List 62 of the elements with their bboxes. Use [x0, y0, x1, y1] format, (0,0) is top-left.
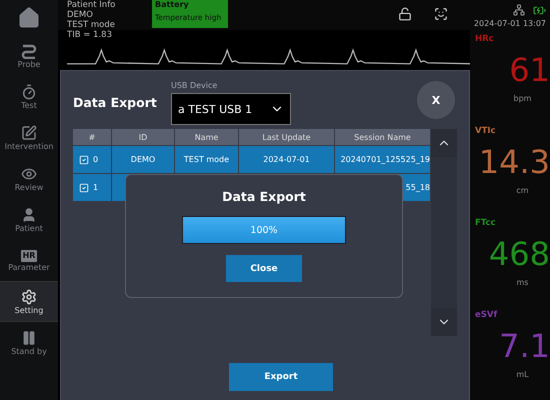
row-number: 0	[93, 155, 98, 164]
table-cell: DEMO	[112, 146, 174, 173]
metric-value: 14.3	[478, 146, 550, 178]
sidebar-item[interactable]: Test	[0, 76, 58, 117]
checkbox-icon[interactable]	[79, 182, 89, 192]
battery-icon	[533, 4, 546, 17]
metric-label: eSVf	[475, 310, 498, 320]
usb-device-select[interactable]: a TEST USB 1	[171, 93, 291, 125]
person-icon	[21, 206, 37, 222]
checkbox-icon[interactable]	[79, 154, 89, 164]
column-header: #	[73, 129, 111, 145]
date-time: 2024-07-01 13:07	[474, 19, 546, 28]
network-icon	[513, 4, 525, 16]
home-icon	[17, 6, 41, 30]
sidebar-item[interactable]: Review	[0, 158, 58, 199]
table-cell: TEST mode	[175, 146, 238, 173]
metric-label: VTIc	[475, 126, 497, 136]
row-number: 1	[93, 183, 98, 192]
sidebar-item[interactable]: Setting	[0, 281, 58, 322]
usb-device-label: USB Device	[171, 81, 218, 90]
patient-info-text: TEST mode	[67, 20, 116, 30]
sidebar-item[interactable]: Probe	[0, 35, 58, 76]
column-header: Name	[175, 129, 238, 145]
metric-label: HRc	[475, 34, 495, 44]
metric-unit: cm	[516, 186, 529, 195]
metric-unit: bpm	[514, 94, 532, 103]
metric-label: FTcc	[475, 218, 497, 228]
column-header: Session Name	[335, 129, 430, 145]
unlock-icon[interactable]	[398, 7, 412, 21]
sidebar-item[interactable]: Stand by	[0, 322, 58, 363]
timer-icon	[21, 84, 37, 100]
eye-icon	[21, 166, 37, 182]
parameter-badge: HR	[20, 250, 38, 262]
pause-icon	[21, 330, 37, 346]
dialog-title: Data Export	[73, 95, 158, 110]
metric-value: 468	[488, 238, 550, 270]
column-header: ID	[112, 129, 174, 145]
table-cell: 20240701_125525_19	[335, 146, 430, 173]
cable-icon	[20, 42, 38, 58]
patient-info-text: DEMO	[67, 10, 94, 20]
pen-icon	[21, 124, 37, 140]
column-header: Last Update	[239, 129, 334, 145]
sidebar-item[interactable]: Intervention	[0, 117, 58, 158]
metric-value: 7.1	[499, 330, 550, 362]
scroll-down-button[interactable]	[431, 308, 457, 336]
settings-icon	[21, 288, 37, 304]
waveform-label: TIB = 1.83	[67, 30, 113, 40]
sidebar-item[interactable]: Patient	[0, 199, 58, 240]
metric-value: 61	[509, 54, 550, 86]
close-button[interactable]: Close	[226, 255, 302, 282]
patient-info-text: Patient Info	[67, 0, 116, 10]
scan-icon[interactable]	[434, 7, 448, 21]
progress-reading: 100%	[250, 224, 278, 236]
sidebar-item[interactable]: HR Parameter	[0, 240, 58, 281]
scroll-up-button[interactable]	[431, 129, 457, 157]
alert-title: Battery	[155, 0, 190, 11]
close-button[interactable]: X	[417, 81, 455, 119]
metric-unit: mL	[516, 370, 529, 379]
table-cell: 2024-07-01	[239, 146, 334, 173]
export-button[interactable]: Export	[229, 363, 333, 391]
metric-unit: ms	[516, 278, 528, 287]
progress-title: Data Export	[222, 189, 306, 204]
